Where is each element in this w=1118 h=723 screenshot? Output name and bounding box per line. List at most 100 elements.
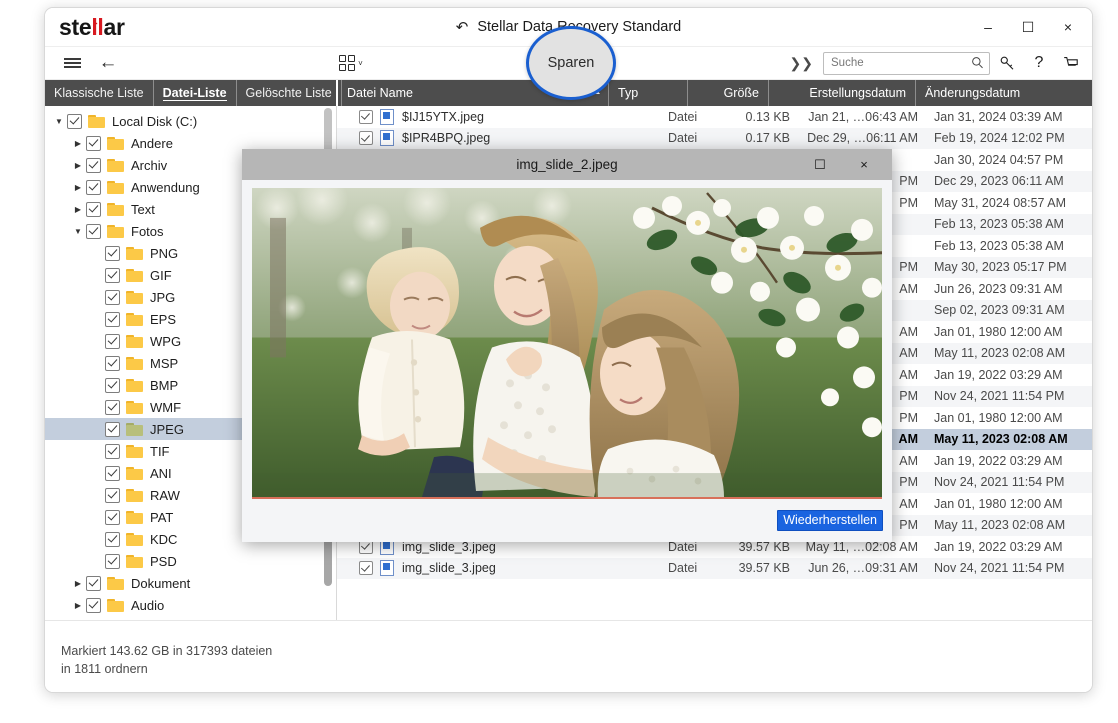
file-modified-cell: Nov 24, 2021 11:54 PM [924, 561, 1092, 575]
column-header-type[interactable]: Typ [609, 80, 688, 106]
tree-item-checkbox[interactable] [67, 114, 82, 129]
tree-item-checkbox[interactable] [105, 532, 120, 547]
tab-klassische-liste[interactable]: Klassische Liste [45, 80, 154, 106]
tab-geloeschte-liste[interactable]: Gelöschte Liste [237, 80, 342, 106]
tree-item-checkbox[interactable] [86, 180, 101, 195]
column-header-modified[interactable]: Änderungsdatum [916, 80, 1092, 106]
title-back-arrow-icon[interactable]: ↶ [456, 18, 469, 36]
search-input[interactable] [824, 57, 989, 69]
folder-icon [126, 247, 143, 260]
tree-expand-icon[interactable]: ▶ [70, 601, 86, 610]
tree-item-label: TIF [150, 444, 170, 459]
tree-item-checkbox[interactable] [105, 356, 120, 371]
table-row[interactable]: $IJ15YTX.jpegDatei0.13 KBJan 21, …06:43 … [337, 106, 1092, 128]
tab-datei-liste[interactable]: Datei-Liste [154, 80, 237, 106]
family-photo-orchard [252, 188, 882, 497]
selection-summary-line2: in 1811 ordnern [61, 660, 272, 678]
folder-icon [107, 181, 124, 194]
folder-icon [126, 489, 143, 502]
key-icon[interactable] [992, 49, 1022, 77]
tree-item-checkbox[interactable] [105, 246, 120, 261]
tree-item-audio[interactable]: ▶Audio [45, 594, 336, 616]
tree-item-checkbox[interactable] [105, 290, 120, 305]
status-bar: Markiert 143.62 GB in 317393 dateien in … [45, 620, 1092, 693]
file-modified-cell: Jan 19, 2022 03:29 AM [924, 368, 1092, 382]
grid-view-icon[interactable]: ˅ [331, 47, 371, 79]
tree-item-checkbox[interactable] [105, 334, 120, 349]
file-name-cell: $IJ15YTX.jpeg [337, 109, 659, 125]
tree-item-label: KDC [150, 532, 177, 547]
tree-collapse-icon[interactable]: ▼ [51, 117, 67, 126]
file-modified-cell: May 30, 2023 05:17 PM [924, 260, 1092, 274]
tree-item-local-disk-c[interactable]: ▼ Local Disk (C:) [45, 110, 336, 132]
search-box[interactable] [823, 52, 990, 75]
save-button[interactable]: Sparen [526, 26, 616, 100]
tree-item-checkbox[interactable] [86, 202, 101, 217]
tree-item-checkbox[interactable] [86, 576, 101, 591]
expand-toolbar-icon[interactable]: ❯❯ [782, 55, 821, 72]
tree-expand-icon[interactable]: ▶ [70, 161, 86, 170]
tree-item-checkbox[interactable] [86, 158, 101, 173]
tree-item-checkbox[interactable] [86, 224, 101, 239]
dialog-title-bar: img_slide_2.jpeg ☐ × [242, 149, 892, 180]
column-header-label: Typ [618, 86, 638, 100]
tree-item-checkbox[interactable] [86, 136, 101, 151]
hamburger-menu-icon[interactable] [59, 47, 85, 79]
tree-item-psd[interactable]: PSD [45, 550, 336, 572]
tree-item-checkbox[interactable] [105, 466, 120, 481]
tree-item-label: GIF [150, 268, 172, 283]
table-row[interactable]: $IPR4BPQ.jpegDatei0.17 KBDec 29, …06:11 … [337, 128, 1092, 150]
close-button[interactable]: × [1048, 12, 1088, 42]
application-window: stellar ․․ ↶Stellar Data Recovery Standa… [44, 7, 1093, 693]
tree-item-checkbox[interactable] [86, 598, 101, 613]
tree-item-checkbox[interactable] [105, 400, 120, 415]
tree-item-checkbox[interactable] [105, 422, 120, 437]
tree-item-checkbox[interactable] [105, 488, 120, 503]
folder-icon [126, 555, 143, 568]
file-checkbox[interactable] [359, 561, 373, 575]
tree-item-checkbox[interactable] [105, 444, 120, 459]
tree-item-checkbox[interactable] [105, 510, 120, 525]
column-header-size[interactable]: Größe [688, 80, 769, 106]
folder-icon [126, 511, 143, 524]
tab-label: Klassische Liste [54, 86, 144, 100]
window-controls: – ☐ × [968, 8, 1088, 46]
column-header-label: Änderungsdatum [925, 86, 1020, 100]
tree-collapse-icon[interactable]: ▼ [70, 227, 86, 236]
tree-item-label: JPEG [150, 422, 184, 437]
tree-item-checkbox[interactable] [105, 268, 120, 283]
restore-button[interactable]: Wiederherstellen [777, 510, 883, 531]
shopping-cart-icon[interactable] [1056, 49, 1086, 77]
file-checkbox[interactable] [359, 131, 373, 145]
tree-expand-icon[interactable]: ▶ [70, 183, 86, 192]
file-checkbox[interactable] [359, 110, 373, 124]
tree-item-checkbox[interactable] [105, 312, 120, 327]
preview-image-container [252, 188, 882, 499]
tree-expand-icon[interactable]: ▶ [70, 139, 86, 148]
tree-expand-icon[interactable]: ▶ [70, 579, 86, 588]
tree-item-label: ANI [150, 466, 172, 481]
column-header-created[interactable]: Erstellungsdatum [769, 80, 916, 106]
table-row[interactable]: img_slide_3.jpegDatei39.57 KBJun 26, …09… [337, 558, 1092, 580]
folder-icon [126, 313, 143, 326]
tree-item-dokument[interactable]: ▶Dokument [45, 572, 336, 594]
tree-item-label: RAW [150, 488, 180, 503]
file-modified-cell: Jan 01, 1980 12:00 AM [924, 497, 1092, 511]
dialog-window-controls: ☐ × [798, 149, 886, 180]
tree-item-checkbox[interactable] [105, 554, 120, 569]
file-modified-cell: Nov 24, 2021 11:54 PM [924, 389, 1092, 403]
tree-item-label: WMF [150, 400, 181, 415]
folder-icon [126, 401, 143, 414]
back-arrow-icon[interactable]: ← [95, 47, 121, 79]
maximize-button[interactable]: ☐ [1008, 12, 1048, 42]
help-icon[interactable]: ? [1024, 49, 1054, 77]
chevron-down-icon: ˅ [358, 59, 363, 68]
tree-expand-icon[interactable]: ▶ [70, 205, 86, 214]
folder-icon [107, 599, 124, 612]
tree-item-label: Local Disk (C:) [112, 114, 197, 129]
file-modified-cell: Feb 19, 2024 12:02 PM [924, 131, 1092, 145]
tree-item-checkbox[interactable] [105, 378, 120, 393]
dialog-close-button[interactable]: × [842, 149, 886, 180]
minimize-button[interactable]: – [968, 12, 1008, 42]
dialog-maximize-button[interactable]: ☐ [798, 149, 842, 180]
